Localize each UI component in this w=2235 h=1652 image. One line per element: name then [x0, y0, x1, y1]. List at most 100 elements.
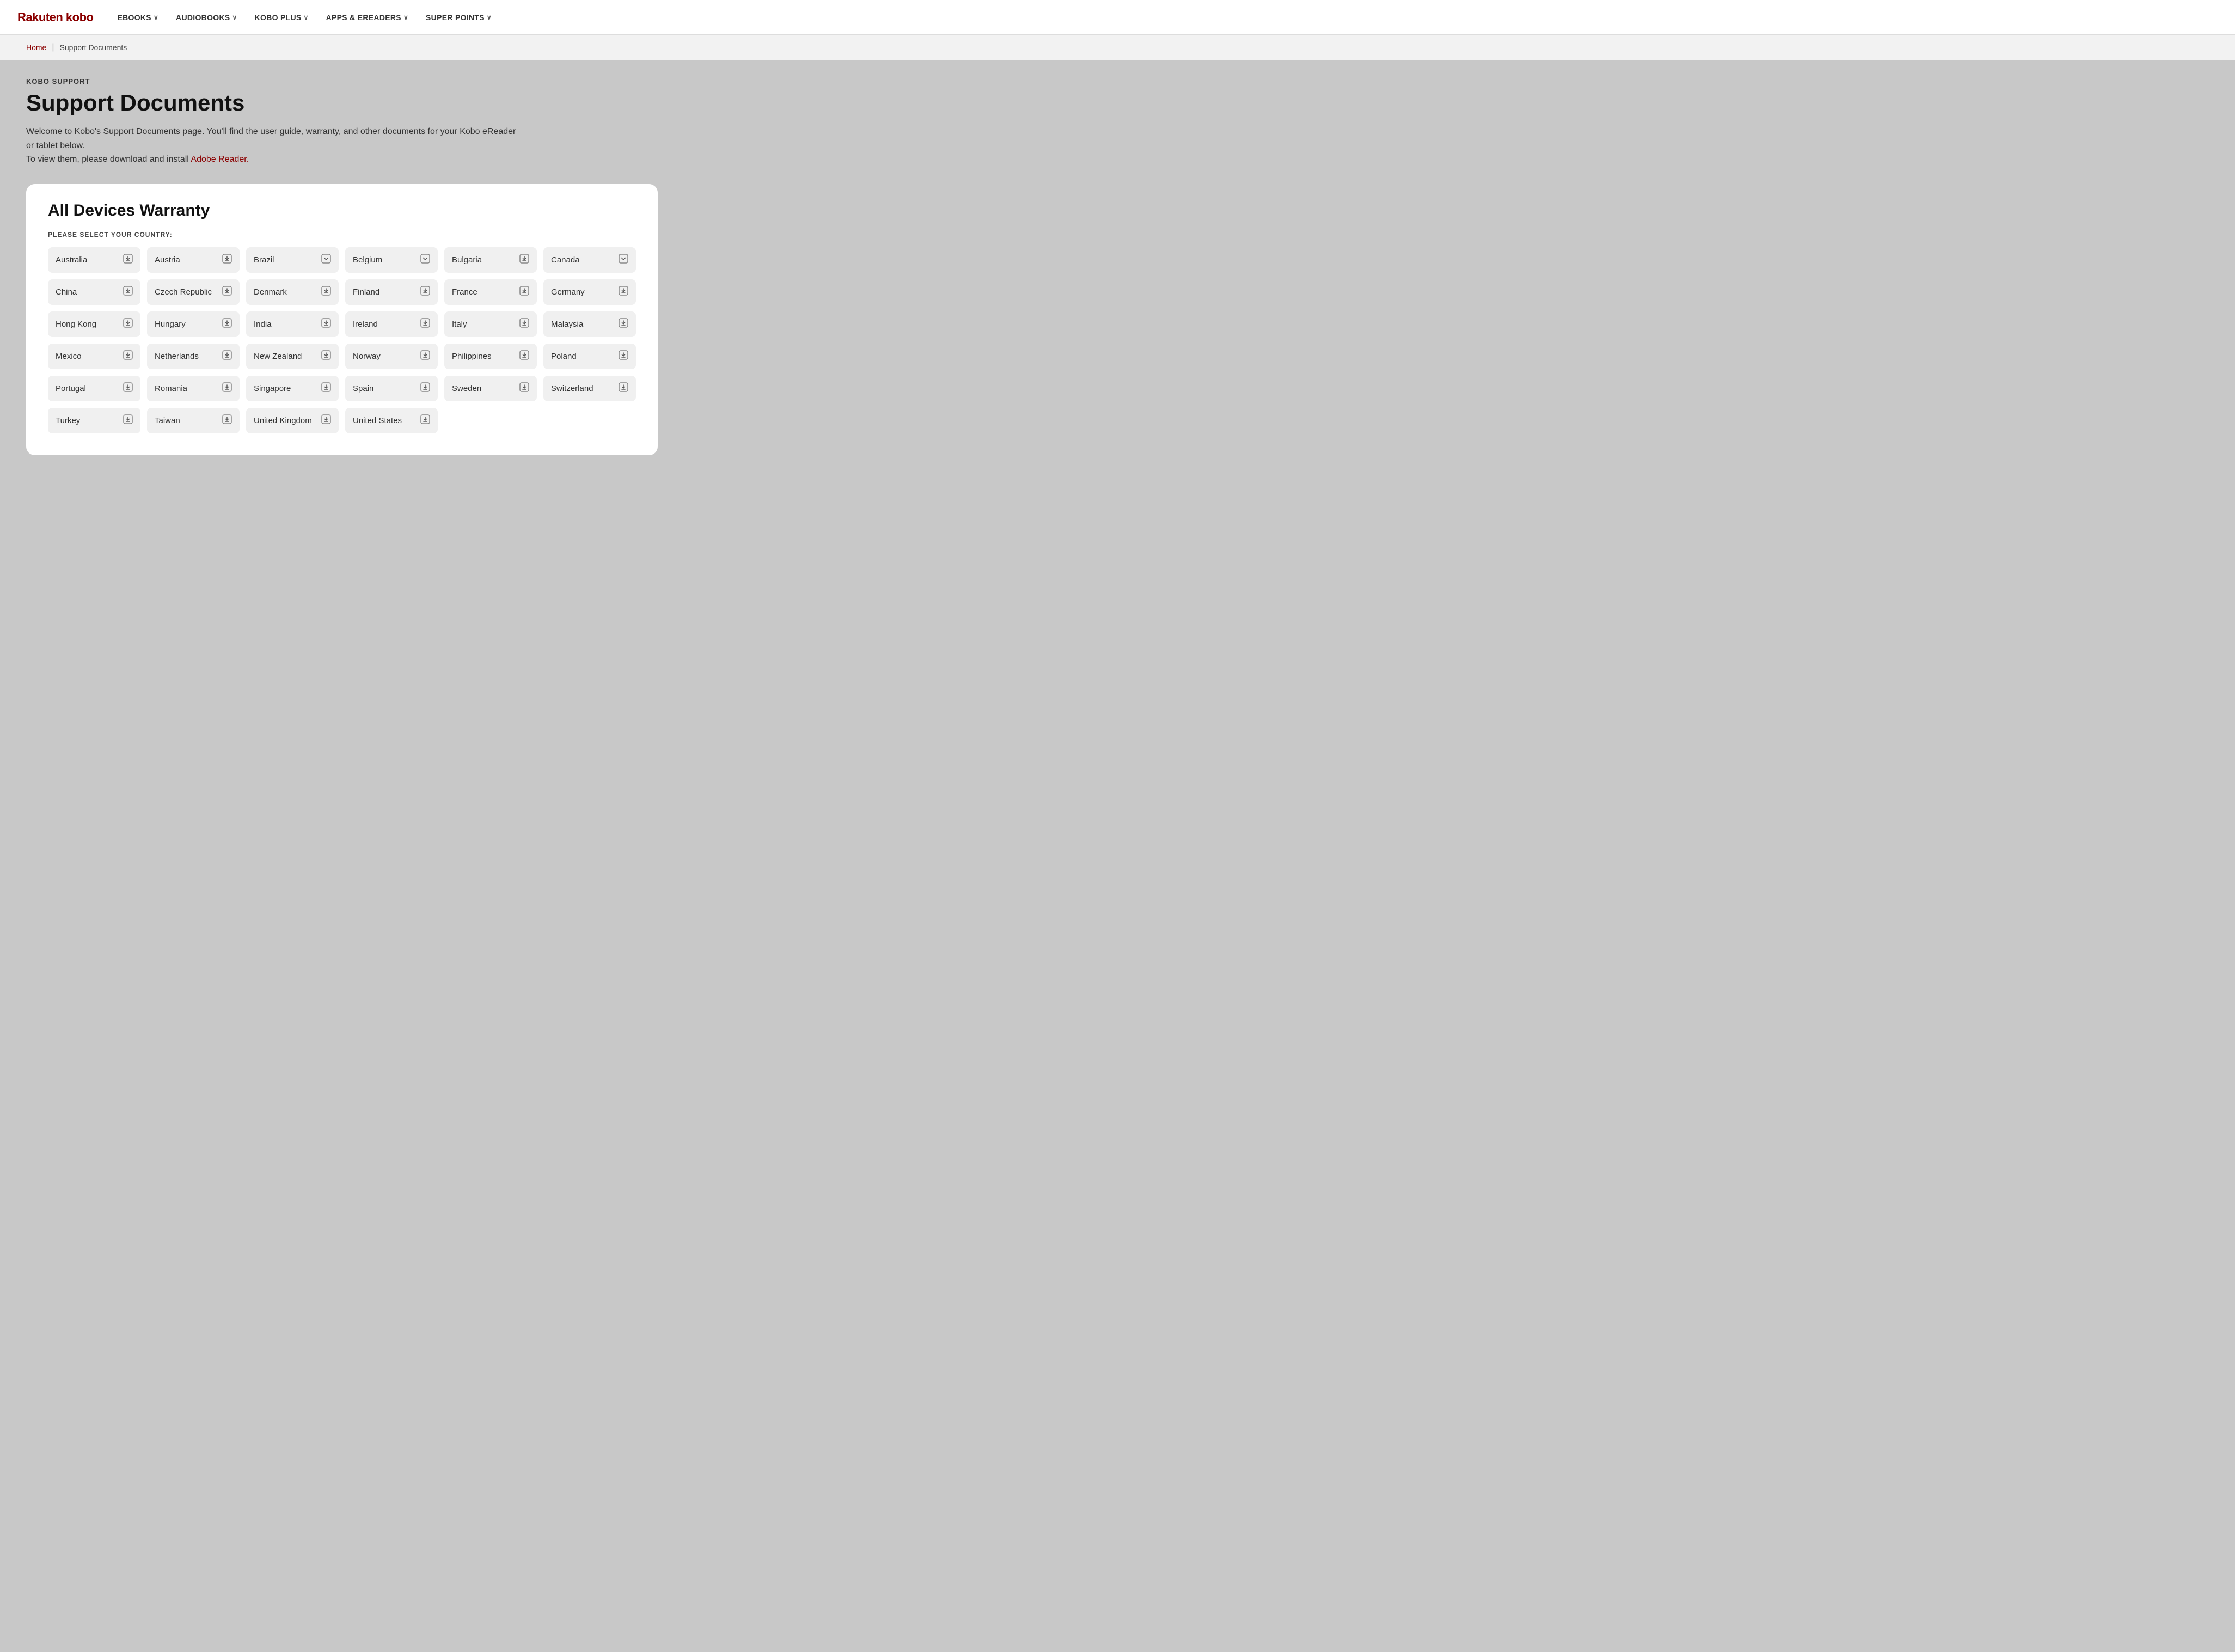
country-name: Turkey	[56, 416, 80, 425]
download-icon	[619, 350, 628, 363]
country-button-china[interactable]: China	[48, 279, 140, 305]
download-icon	[123, 318, 133, 331]
country-button-brazil[interactable]: Brazil	[246, 247, 339, 273]
download-icon	[519, 350, 529, 363]
country-name: China	[56, 287, 77, 297]
country-name: Norway	[353, 352, 381, 361]
country-name: Bulgaria	[452, 255, 482, 265]
country-grid: Australia Austria Brazil Belgium Bulgari…	[48, 247, 636, 433]
download-icon	[420, 382, 430, 395]
country-button-finland[interactable]: Finland	[345, 279, 438, 305]
breadcrumb-current: Support Documents	[60, 43, 127, 52]
country-button-malaysia[interactable]: Malaysia	[543, 311, 636, 337]
country-name: Brazil	[254, 255, 274, 265]
country-name: New Zealand	[254, 352, 302, 361]
country-button-portugal[interactable]: Portugal	[48, 376, 140, 401]
download-icon	[222, 254, 232, 266]
description-text-1: Welcome to Kobo's Support Documents page…	[26, 127, 516, 150]
download-icon	[321, 350, 331, 363]
country-name: United States	[353, 416, 402, 425]
country-button-austria[interactable]: Austria	[147, 247, 240, 273]
country-button-australia[interactable]: Australia	[48, 247, 140, 273]
download-icon	[222, 350, 232, 363]
download-icon	[222, 286, 232, 298]
country-button-germany[interactable]: Germany	[543, 279, 636, 305]
country-button-switzerland[interactable]: Switzerland	[543, 376, 636, 401]
country-button-philippines[interactable]: Philippines	[444, 344, 537, 369]
nav-label: KOBO PLUS	[255, 13, 302, 22]
country-button-czech-republic[interactable]: Czech Republic	[147, 279, 240, 305]
country-name: Germany	[551, 287, 585, 297]
country-button-france[interactable]: France	[444, 279, 537, 305]
country-button-sweden[interactable]: Sweden	[444, 376, 537, 401]
country-name: Finland	[353, 287, 379, 297]
country-button-mexico[interactable]: Mexico	[48, 344, 140, 369]
nav-item-audiobooks[interactable]: AUDIOBOOKS∨	[169, 9, 244, 26]
chevron-down-icon: ∨	[487, 14, 492, 21]
section-label: KOBO SUPPORT	[26, 77, 2209, 85]
download-icon	[420, 318, 430, 331]
main-content: KOBO SUPPORT Support Documents Welcome t…	[0, 60, 2235, 481]
chevron-down-icon: ∨	[154, 14, 158, 21]
main-nav: eBOOKS∨AUDIOBOOKS∨KOBO PLUS∨APPS & eREAD…	[111, 9, 2218, 26]
nav-item-koboplus[interactable]: KOBO PLUS∨	[248, 9, 315, 26]
download-icon	[321, 286, 331, 298]
download-icon	[519, 254, 529, 266]
country-button-hungary[interactable]: Hungary	[147, 311, 240, 337]
country-button-hong-kong[interactable]: Hong Kong	[48, 311, 140, 337]
country-button-singapore[interactable]: Singapore	[246, 376, 339, 401]
download-icon	[420, 350, 430, 363]
country-button-turkey[interactable]: Turkey	[48, 408, 140, 433]
country-button-united-kingdom[interactable]: United Kingdom	[246, 408, 339, 433]
country-button-spain[interactable]: Spain	[345, 376, 438, 401]
country-name: Canada	[551, 255, 580, 265]
download-icon	[123, 254, 133, 266]
download-icon	[619, 318, 628, 331]
country-button-canada[interactable]: Canada	[543, 247, 636, 273]
country-button-netherlands[interactable]: Netherlands	[147, 344, 240, 369]
country-button-bulgaria[interactable]: Bulgaria	[444, 247, 537, 273]
chevron-down-icon	[420, 254, 430, 266]
country-button-india[interactable]: India	[246, 311, 339, 337]
download-icon	[123, 286, 133, 298]
nav-item-superpoints[interactable]: SUPER POINTS∨	[419, 9, 498, 26]
logo-text: Rakuten kobo	[17, 10, 93, 25]
country-name: Austria	[155, 255, 180, 265]
country-button-poland[interactable]: Poland	[543, 344, 636, 369]
page-description: Welcome to Kobo's Support Documents page…	[26, 125, 516, 167]
country-name: United Kingdom	[254, 416, 312, 425]
chevron-down-icon: ∨	[304, 14, 309, 21]
country-name: Sweden	[452, 384, 481, 393]
country-button-romania[interactable]: Romania	[147, 376, 240, 401]
chevron-down-icon	[321, 254, 331, 266]
country-button-ireland[interactable]: Ireland	[345, 311, 438, 337]
nav-item-ebooks[interactable]: eBOOKS∨	[111, 9, 165, 26]
country-button-taiwan[interactable]: Taiwan	[147, 408, 240, 433]
nav-label: eBOOKS	[117, 13, 151, 22]
download-icon	[123, 414, 133, 427]
country-name: Australia	[56, 255, 87, 265]
nav-label: AUDIOBOOKS	[176, 13, 230, 22]
breadcrumb-home-link[interactable]: Home	[26, 43, 46, 52]
adobe-reader-link[interactable]: Adobe Reader.	[191, 155, 249, 164]
warranty-card: All Devices Warranty PLEASE SELECT YOUR …	[26, 184, 658, 455]
country-button-denmark[interactable]: Denmark	[246, 279, 339, 305]
country-select-label: PLEASE SELECT YOUR COUNTRY:	[48, 231, 636, 238]
country-name: India	[254, 320, 272, 329]
country-name: Hong Kong	[56, 320, 96, 329]
country-button-norway[interactable]: Norway	[345, 344, 438, 369]
country-button-united-states[interactable]: United States	[345, 408, 438, 433]
logo[interactable]: Rakuten kobo	[17, 10, 93, 25]
country-name: Netherlands	[155, 352, 199, 361]
chevron-down-icon: ∨	[232, 14, 237, 21]
download-icon	[222, 414, 232, 427]
country-button-belgium[interactable]: Belgium	[345, 247, 438, 273]
download-icon	[321, 318, 331, 331]
country-name: Belgium	[353, 255, 382, 265]
country-button-new-zealand[interactable]: New Zealand	[246, 344, 339, 369]
country-button-italy[interactable]: Italy	[444, 311, 537, 337]
breadcrumb: Home | Support Documents	[0, 35, 2235, 60]
nav-label: SUPER POINTS	[426, 13, 485, 22]
header: Rakuten kobo eBOOKS∨AUDIOBOOKS∨KOBO PLUS…	[0, 0, 2235, 35]
nav-item-appsereaders[interactable]: APPS & eREADERS∨	[320, 9, 415, 26]
